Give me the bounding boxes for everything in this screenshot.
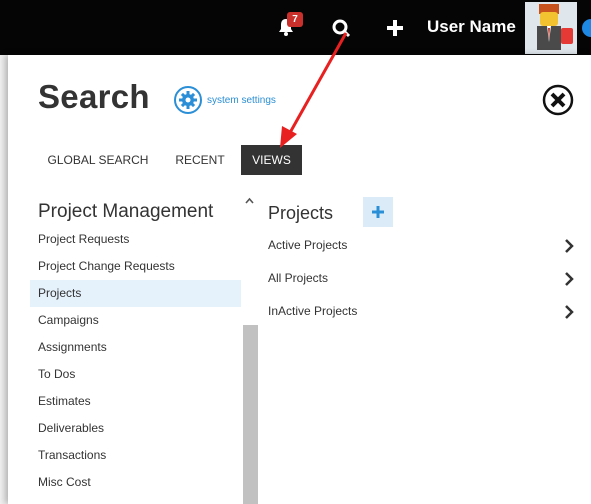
sidebar-title: Project Management xyxy=(38,201,214,222)
view-row-all-projects[interactable]: All Projects xyxy=(268,268,578,288)
top-navigation-bar: 7 User Name xyxy=(0,0,591,55)
sidebar-item-project-change-requests[interactable]: Project Change Requests xyxy=(30,253,241,280)
sidebar-item-to-dos[interactable]: To Dos xyxy=(30,361,241,388)
sidebar-item-campaigns[interactable]: Campaigns xyxy=(30,307,241,334)
page-edge xyxy=(0,55,8,504)
tab-views[interactable]: VIEWS xyxy=(241,145,302,175)
avatar[interactable] xyxy=(525,2,577,54)
plus-icon[interactable] xyxy=(385,18,405,38)
sidebar-item-transactions[interactable]: Transactions xyxy=(30,442,241,469)
view-row-inactive-projects[interactable]: InActive Projects xyxy=(268,301,578,321)
plus-icon xyxy=(372,206,384,218)
chevron-right-icon[interactable] xyxy=(564,239,574,253)
close-icon[interactable] xyxy=(542,84,574,116)
view-label: Active Projects xyxy=(268,238,348,252)
sidebar-item-assignments[interactable]: Assignments xyxy=(30,334,241,361)
notification-count-badge: 7 xyxy=(287,12,303,27)
user-name[interactable]: User Name xyxy=(427,17,516,37)
sidebar-item-project-requests[interactable]: Project Requests xyxy=(30,226,241,253)
search-icon[interactable] xyxy=(330,17,352,39)
gear-icon[interactable] xyxy=(173,85,203,115)
tab-global-search[interactable]: GLOBAL SEARCH xyxy=(42,145,154,175)
view-label: All Projects xyxy=(268,271,329,285)
scrollbar-thumb[interactable] xyxy=(243,325,258,504)
scroll-up-icon[interactable] xyxy=(244,196,255,207)
avatar-figure xyxy=(525,2,577,54)
tab-recent[interactable]: RECENT xyxy=(168,145,232,175)
views-title: Projects xyxy=(268,203,334,223)
sidebar-item-projects[interactable]: Projects xyxy=(30,280,241,307)
sidebar-item-deliverables[interactable]: Deliverables xyxy=(30,415,241,442)
add-view-button[interactable] xyxy=(363,197,393,227)
chevron-right-icon[interactable] xyxy=(564,272,574,286)
sidebar-item-estimates[interactable]: Estimates xyxy=(30,388,241,415)
sidebar-item-misc-cost[interactable]: Misc Cost xyxy=(30,469,241,496)
chevron-right-icon[interactable] xyxy=(564,305,574,319)
system-settings-link[interactable]: system settings xyxy=(207,95,276,106)
view-label: InActive Projects xyxy=(268,304,358,318)
status-indicator xyxy=(582,19,591,37)
page-title: Search xyxy=(38,78,150,115)
view-row-active-projects[interactable]: Active Projects xyxy=(268,235,578,255)
